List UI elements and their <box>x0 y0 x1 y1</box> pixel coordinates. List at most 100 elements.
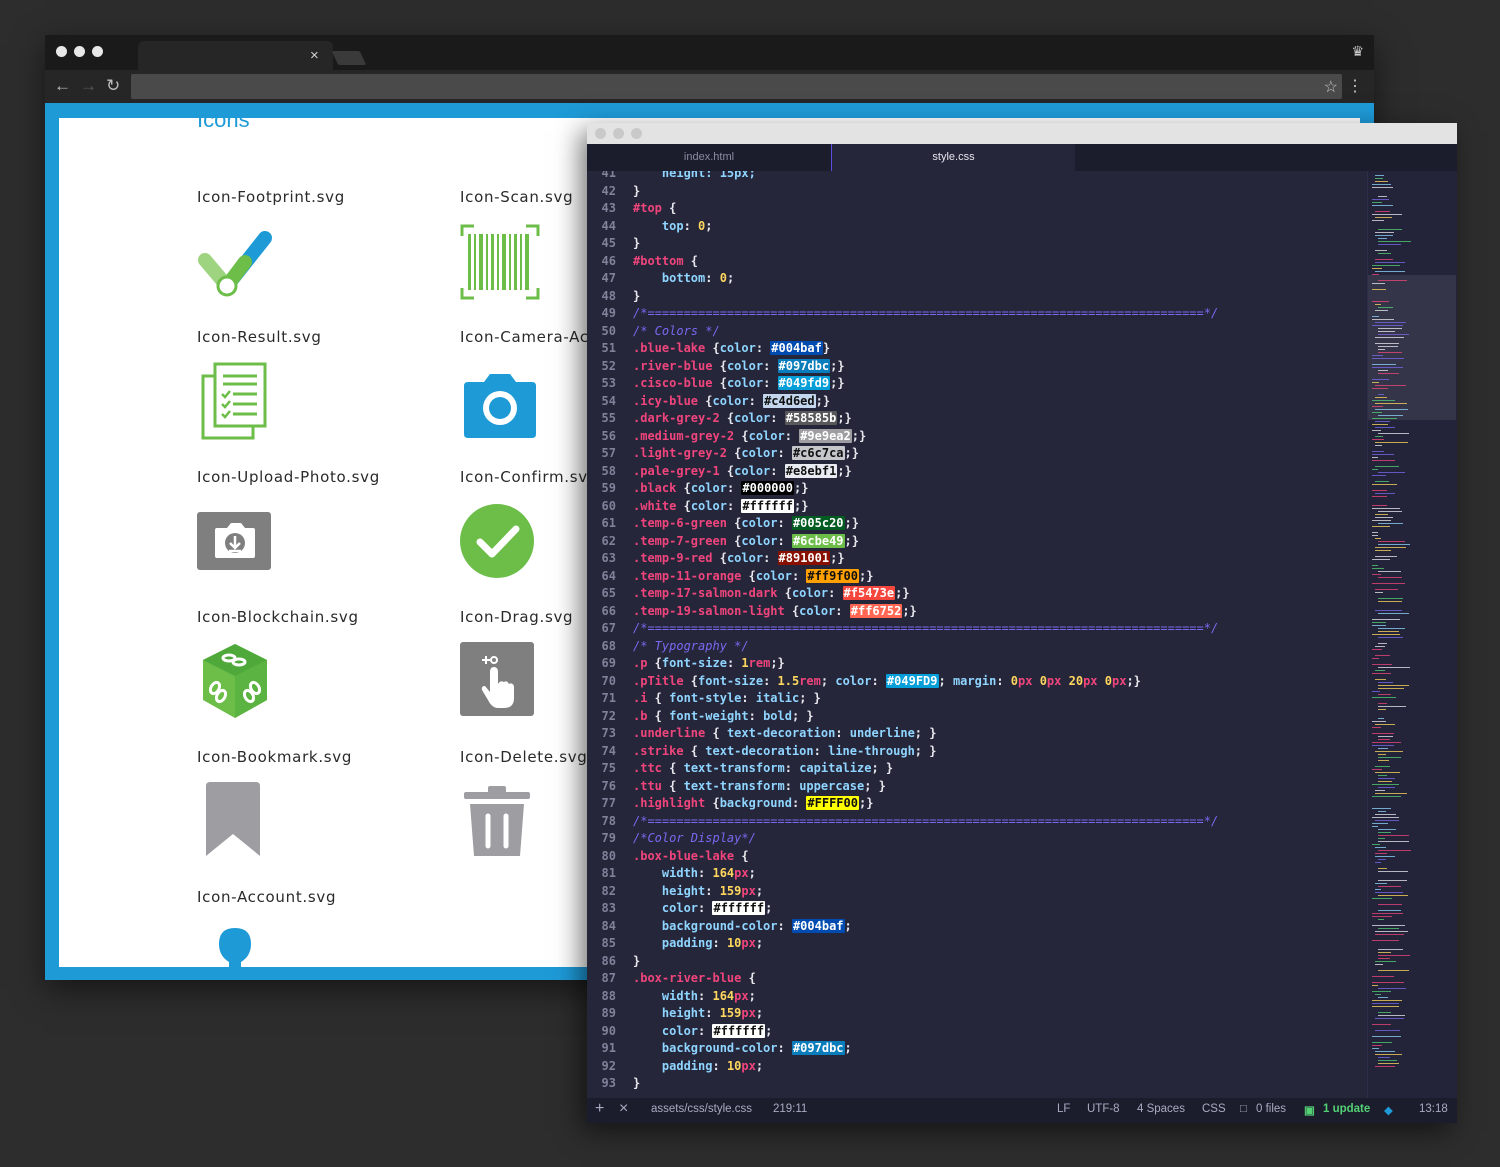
code-line[interactable]: 88 width: 164px; <box>587 988 1367 1006</box>
maximize-window-button[interactable] <box>92 46 103 57</box>
code-line[interactable]: 56 .medium-grey-2 {color: #9e9ea2;} <box>587 428 1367 446</box>
code-line[interactable]: 84 background-color: #004baf; <box>587 918 1367 936</box>
code-line[interactable]: 68 /* Typography */ <box>587 638 1367 656</box>
code-line[interactable]: 69 .p {font-size: 1rem;} <box>587 655 1367 673</box>
code-token: 1.5 <box>777 673 800 688</box>
code-token: margin <box>952 673 997 688</box>
code-line[interactable]: 74 .strike { text-decoration: line-throug… <box>587 743 1367 761</box>
code-line[interactable]: 70 .pTitle {font-size: 1.5rem; color: #04… <box>587 673 1367 691</box>
code-token: : <box>755 341 771 355</box>
code-line[interactable]: 71 .i { font-style: italic; } <box>587 690 1367 708</box>
code-line[interactable]: 41 height: 15px; <box>587 171 1367 183</box>
code-line[interactable]: 83 color: #ffffff; <box>587 900 1367 918</box>
code-token: color <box>726 358 764 373</box>
close-icon[interactable]: × <box>619 1100 628 1118</box>
code-line[interactable]: 89 height: 159px; <box>587 1005 1367 1023</box>
code-line[interactable]: 63 .temp-9-red {color: #891001;} <box>587 550 1367 568</box>
code-line[interactable]: 87 .box-river-blue { <box>587 970 1367 988</box>
code-token: { <box>676 498 691 513</box>
line-number: 52 <box>601 358 616 373</box>
code-line[interactable]: 90 color: #ffffff; <box>587 1023 1367 1041</box>
code-line[interactable]: 64 .temp-11-orange {color: #ff9f00;} <box>587 568 1367 586</box>
code-line[interactable]: 50 /* Colors */ <box>587 323 1367 341</box>
code-area[interactable]: 41 height: 15px; 42} 43 #top {44 top: 0; 45}… <box>587 171 1367 1098</box>
code-line[interactable]: 72 .b { font-weight: bold; } <box>587 708 1367 726</box>
minimap-line <box>1378 346 1398 347</box>
update-notice[interactable]: 1 update <box>1323 1103 1370 1115</box>
code-line[interactable]: 53 .cisco-blue {color: #049fd9;} <box>587 375 1367 393</box>
code-line[interactable]: 65 .temp-17-salmon-dark {color: #f5473e;} <box>587 585 1367 603</box>
close-window-button[interactable] <box>56 46 67 57</box>
code-line[interactable]: 46 #bottom { <box>587 253 1367 271</box>
address-bar[interactable] <box>131 74 1342 99</box>
code-line[interactable]: 48} <box>587 288 1367 306</box>
code-line[interactable]: 60 .white {color: #ffffff;} <box>587 498 1367 516</box>
code-line[interactable]: 73 .underline { text-decoration: underlin… <box>587 725 1367 743</box>
tab-index-html[interactable]: index.html <box>587 144 831 171</box>
tab-style-css[interactable]: style.css <box>831 144 1075 171</box>
code-line[interactable]: 75 .ttc { text-transform: capitalize; } <box>587 760 1367 778</box>
code-line[interactable]: 51 .blue-lake {color: #004baf} <box>587 340 1367 358</box>
browser-menu-icon[interactable]: ⋮ <box>1347 76 1363 96</box>
code-line[interactable]: 57 .light-grey-2 {color: #c6c7ca;} <box>587 445 1367 463</box>
code-line[interactable]: 62 .temp-7-green {color: #6cbe49;} <box>587 533 1367 551</box>
code-line[interactable]: 61 .temp-6-green {color: #005c20;} <box>587 515 1367 533</box>
minimap-line <box>1378 838 1385 839</box>
code-line[interactable]: 77 .highlight {background: #FFFF00;} <box>587 795 1367 813</box>
new-tab-button[interactable] <box>331 51 367 65</box>
minimap-line <box>1375 793 1407 794</box>
editor-close-button[interactable] <box>595 128 606 139</box>
minimap-line <box>1378 958 1390 959</box>
github-icon[interactable]: ◆ <box>1384 1103 1393 1117</box>
code-line[interactable]: 47 bottom: 0; <box>587 270 1367 288</box>
code-line[interactable]: 82 height: 159px; <box>587 883 1367 901</box>
code-line[interactable]: 80 .box-blue-lake { <box>587 848 1367 866</box>
code-token: : <box>813 743 829 758</box>
file-path[interactable]: assets/css/style.css <box>651 1103 752 1115</box>
bookmark-star-icon[interactable]: ☆ <box>1324 77 1338 97</box>
browser-tab[interactable] <box>138 41 333 70</box>
code-line[interactable]: 66 .temp-19-salmon-light {color: #ff6752;… <box>587 603 1367 621</box>
editor-maximize-button[interactable] <box>631 128 642 139</box>
code-line[interactable]: 44 top: 0; <box>587 218 1367 236</box>
minimap-line <box>1378 643 1387 644</box>
code-line[interactable]: 93} <box>587 1075 1367 1093</box>
reload-icon[interactable]: ↻ <box>106 76 120 96</box>
code-line[interactable]: 49 /*====================================… <box>587 305 1367 323</box>
code-token: .blue-lake <box>633 341 706 355</box>
minimap-line <box>1375 262 1405 263</box>
minimap[interactable] <box>1367 171 1457 1098</box>
code-line[interactable]: 43 #top { <box>587 200 1367 218</box>
indentation[interactable]: 4 Spaces <box>1137 1103 1185 1115</box>
encoding[interactable]: UTF-8 <box>1087 1103 1120 1115</box>
code-line[interactable]: 76 .ttu { text-transform: uppercase; } <box>587 778 1367 796</box>
code-line[interactable]: 58 .pale-grey-1 {color: #e8ebf1;} <box>587 463 1367 481</box>
git-files[interactable]: 0 files <box>1256 1103 1286 1115</box>
code-line[interactable]: 85 padding: 10px; <box>587 935 1367 953</box>
code-line[interactable]: 54 .icy-blue {color: #c4d6ed;} <box>587 393 1367 411</box>
back-arrow-icon[interactable]: ← <box>54 76 71 96</box>
forward-arrow-icon[interactable]: → <box>80 76 97 96</box>
minimap-viewport[interactable] <box>1368 275 1456 420</box>
code-line[interactable]: 45} <box>587 235 1367 253</box>
cursor-position[interactable]: 219:11 <box>773 1103 807 1115</box>
line-ending[interactable]: LF <box>1057 1103 1070 1115</box>
code-line[interactable]: 78 /*====================================… <box>587 813 1367 831</box>
code-line[interactable]: 67 /*====================================… <box>587 620 1367 638</box>
code-line[interactable]: 55 .dark-grey-2 {color: #58585b;} <box>587 410 1367 428</box>
editor-minimize-button[interactable] <box>613 128 624 139</box>
code-line[interactable]: 92 padding: 10px; <box>587 1058 1367 1076</box>
add-icon[interactable]: + <box>595 1100 604 1118</box>
code-line[interactable]: 79 /*Color Display*/ <box>587 830 1367 848</box>
code-token: ; <box>844 1041 852 1055</box>
grammar-selector[interactable]: CSS <box>1202 1103 1226 1115</box>
tab-close-icon[interactable]: × <box>310 48 319 63</box>
code-line[interactable]: 52 .river-blue {color: #097dbc;} <box>587 358 1367 376</box>
code-line[interactable]: 86} <box>587 953 1367 971</box>
code-line[interactable]: 91 background-color: #097dbc; <box>587 1040 1367 1058</box>
code-line[interactable]: 81 width: 164px; <box>587 865 1367 883</box>
minimize-window-button[interactable] <box>74 46 85 57</box>
code-token: color <box>835 673 872 688</box>
code-line[interactable]: 42} <box>587 183 1367 201</box>
code-line[interactable]: 59 .black {color: #000000;} <box>587 480 1367 498</box>
